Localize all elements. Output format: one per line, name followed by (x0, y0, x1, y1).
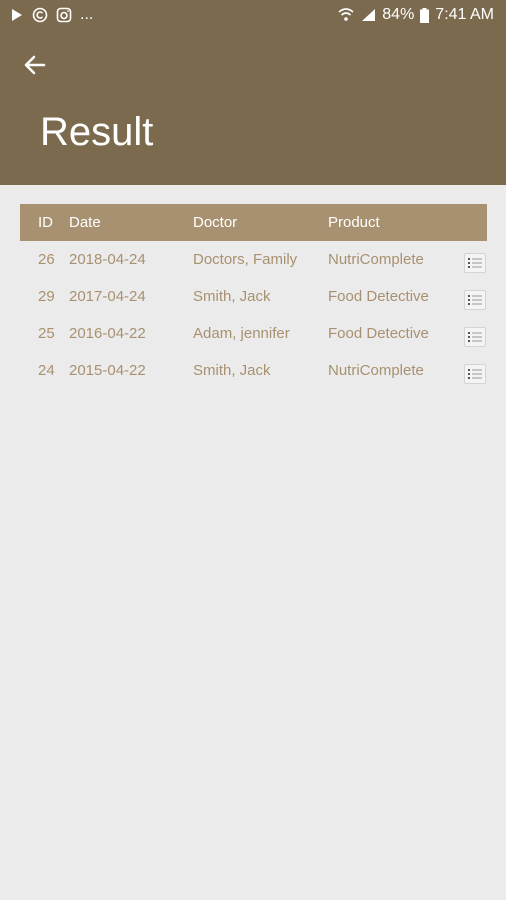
cell-doctor: Doctors, Family (193, 251, 298, 268)
list-detail-icon (468, 258, 482, 268)
list-detail-icon (468, 332, 482, 342)
battery-percent: 84% (382, 6, 415, 23)
table-row[interactable]: 25 2016-04-22 Adam, jennifer Food Detect… (20, 315, 487, 352)
table-row[interactable]: 24 2015-04-22 Smith, Jack NutriComplete (20, 352, 487, 389)
header-product: Product (328, 214, 380, 231)
table-row[interactable]: 29 2017-04-24 Smith, Jack Food Detective (20, 278, 487, 315)
cell-product: NutriComplete (328, 251, 424, 268)
cell-id: 29 (38, 288, 55, 305)
app-bar: ... 84% 7:41 AM Result (0, 0, 506, 185)
detail-button[interactable] (464, 364, 486, 384)
cell-product: Food Detective (328, 325, 429, 342)
cell-date: 2016-04-22 (69, 325, 146, 342)
play-store-icon (10, 8, 24, 22)
detail-button[interactable] (464, 253, 486, 273)
header-date: Date (69, 214, 101, 231)
cell-id: 25 (38, 325, 55, 342)
back-arrow-icon (24, 55, 46, 75)
battery-icon (420, 7, 430, 23)
wifi-icon (338, 8, 354, 22)
cell-id: 26 (38, 251, 55, 268)
cell-doctor: Adam, jennifer (193, 325, 290, 342)
status-dots: ... (80, 6, 94, 23)
cell-date: 2015-04-22 (69, 362, 146, 379)
signal-icon (360, 8, 376, 22)
copyright-icon (32, 7, 48, 23)
cell-doctor: Smith, Jack (193, 362, 271, 379)
detail-button[interactable] (464, 290, 486, 310)
header-doctor: Doctor (193, 214, 238, 231)
clock: 7:41 AM (435, 6, 494, 23)
back-button[interactable] (20, 50, 50, 80)
table-row[interactable]: 26 2018-04-24 Doctors, Family NutriCompl… (20, 241, 487, 278)
header-id: ID (38, 214, 53, 231)
cell-doctor: Smith, Jack (193, 288, 271, 305)
list-detail-icon (468, 295, 482, 305)
results-table: ID Date Doctor Product 26 2018-04-24 Doc… (20, 204, 487, 389)
status-left: ... (10, 6, 93, 24)
status-right: 84% 7:41 AM (338, 6, 494, 24)
cell-product: Food Detective (328, 288, 429, 305)
status-bar: ... 84% 7:41 AM (0, 0, 506, 32)
cell-date: 2018-04-24 (69, 251, 146, 268)
page-title: Result (40, 110, 154, 154)
list-detail-icon (468, 369, 482, 379)
cell-date: 2017-04-24 (69, 288, 146, 305)
table-header: ID Date Doctor Product (20, 204, 487, 241)
cell-product: NutriComplete (328, 362, 424, 379)
instagram-icon (56, 7, 72, 23)
detail-button[interactable] (464, 327, 486, 347)
cell-id: 24 (38, 362, 55, 379)
